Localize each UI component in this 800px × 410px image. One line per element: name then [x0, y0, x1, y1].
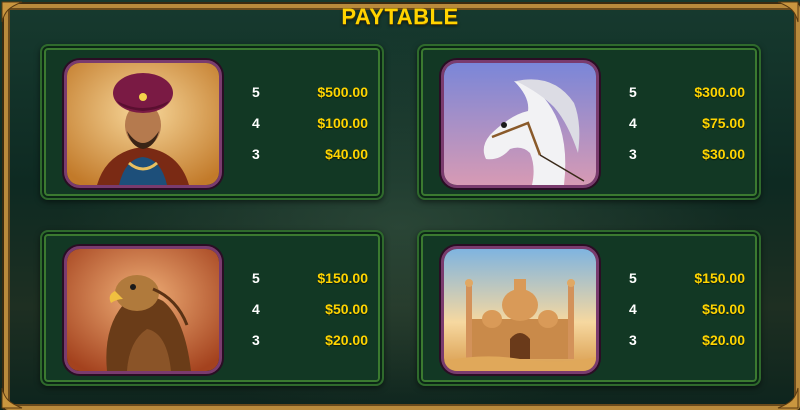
payout-row: 5 $150.00 [242, 270, 368, 301]
payout-row: 5 $300.00 [619, 84, 745, 115]
symbol-count: 3 [252, 146, 260, 162]
symbol-count: 5 [252, 84, 260, 100]
payout-row: 4 $75.00 [619, 115, 745, 146]
payout-amount: $50.00 [325, 301, 368, 317]
payout-row: 3 $30.00 [619, 146, 745, 177]
paytable-panel-eagle: 5 $150.00 4 $50.00 3 $20.00 [40, 230, 384, 386]
payout-list: 5 $300.00 4 $75.00 3 $30.00 [619, 84, 745, 177]
paytable-panel-palace: 5 $150.00 4 $50.00 3 $20.00 [417, 230, 761, 386]
payout-amount: $20.00 [325, 332, 368, 348]
payout-amount: $100.00 [317, 115, 368, 131]
payout-amount: $30.00 [702, 146, 745, 162]
payout-row: 4 $100.00 [242, 115, 368, 146]
payout-row: 4 $50.00 [242, 301, 368, 332]
payout-row: 5 $500.00 [242, 84, 368, 115]
symbol-count: 4 [252, 301, 260, 317]
payout-amount: $20.00 [702, 332, 745, 348]
symbol-count: 5 [252, 270, 260, 286]
paytable-panel-horse: 5 $300.00 4 $75.00 3 $30.00 [417, 44, 761, 200]
payout-list: 5 $500.00 4 $100.00 3 $40.00 [242, 84, 368, 177]
symbol-count: 4 [629, 115, 637, 131]
payout-row: 3 $20.00 [619, 332, 745, 363]
payout-list: 5 $150.00 4 $50.00 3 $20.00 [242, 270, 368, 363]
palace-icon [441, 246, 599, 374]
symbol-count: 3 [252, 332, 260, 348]
payout-amount: $150.00 [317, 270, 368, 286]
payout-list: 5 $150.00 4 $50.00 3 $20.00 [619, 270, 745, 363]
symbol-count: 3 [629, 332, 637, 348]
symbol-count: 3 [629, 146, 637, 162]
corner-ornament-icon [774, 384, 800, 410]
payout-row: 4 $50.00 [619, 301, 745, 332]
white-horse-icon [441, 60, 599, 188]
symbol-count: 4 [629, 301, 637, 317]
page-title: PAYTABLE [341, 4, 459, 29]
payout-amount: $300.00 [694, 84, 745, 100]
payout-amount: $75.00 [702, 115, 745, 131]
payout-amount: $500.00 [317, 84, 368, 100]
payout-amount: $150.00 [694, 270, 745, 286]
paytable-panel-sultan: 5 $500.00 4 $100.00 3 $40.00 [40, 44, 384, 200]
payout-row: 5 $150.00 [619, 270, 745, 301]
paytable-screen: PAYTABLE 5 $500.00 4 $100.00 3 $40.00 5 … [0, 0, 800, 410]
sultan-icon [64, 60, 222, 188]
symbol-count: 5 [629, 84, 637, 100]
payout-row: 3 $20.00 [242, 332, 368, 363]
payout-amount: $50.00 [702, 301, 745, 317]
eagle-icon [64, 246, 222, 374]
payout-amount: $40.00 [325, 146, 368, 162]
symbol-count: 5 [629, 270, 637, 286]
payout-row: 3 $40.00 [242, 146, 368, 177]
symbol-count: 4 [252, 115, 260, 131]
corner-ornament-icon [0, 384, 26, 410]
